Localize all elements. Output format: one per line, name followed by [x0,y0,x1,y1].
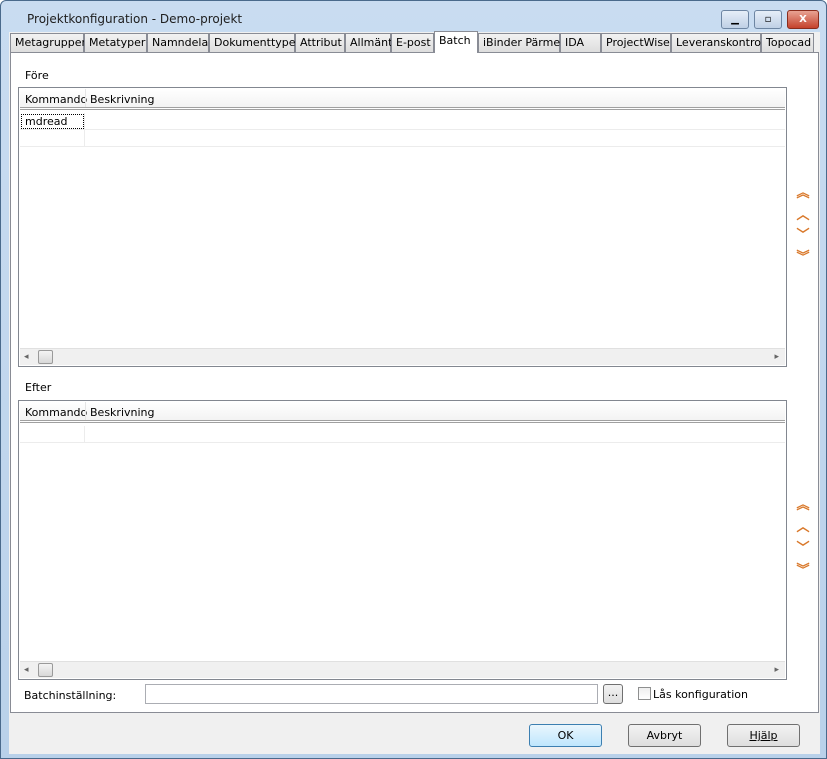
move-bottom-icon[interactable]: ︾ [796,251,810,265]
horizontal-scrollbar[interactable]: ◂ ▸ [20,661,785,678]
browse-button[interactable]: ... [603,684,623,704]
lock-config-label[interactable]: Lås konfiguration [653,688,748,701]
close-icon: X [799,14,807,25]
tab-batch[interactable]: Batch [434,31,478,53]
help-button[interactable]: Hjälp [727,724,800,747]
move-bottom-icon[interactable]: ︾ [796,564,810,578]
move-up-icon[interactable]: ︿ [796,209,810,223]
grid-header: Kommando Beskrivning [20,89,785,110]
column-kommando[interactable]: Kommando [25,406,87,419]
tab-allmant[interactable]: Allmänt [345,33,392,53]
move-up-icon[interactable]: ︿ [796,521,810,535]
cancel-button[interactable]: Avbryt [628,724,701,747]
batch-setting-input[interactable] [145,684,598,704]
tab-dokumenttyper[interactable]: Dokumenttyper [209,33,300,53]
tab-metatyper[interactable]: Metatyper [84,33,147,53]
move-top-icon[interactable]: ︽ [796,499,810,513]
table-row[interactable]: mdread [20,113,785,130]
scroll-right-icon[interactable]: ▸ [774,352,779,362]
tab-topocad[interactable]: Topocad [761,33,814,53]
fore-grid[interactable]: Kommando Beskrivning mdread ◂ ▸ [18,87,787,367]
efter-grid[interactable]: Kommando Beskrivning ◂ ▸ [18,400,787,680]
close-button[interactable]: X [787,10,819,29]
tab-ida[interactable]: IDA [560,33,601,53]
window-title: Projektkonfiguration - Demo-projekt [27,12,243,26]
lock-config-checkbox[interactable] [638,687,651,700]
client-area: Metagrupper Metatyper Namndelar Dokument… [9,31,820,754]
ok-button[interactable]: OK [529,724,602,747]
minimize-icon: ▁ [731,14,739,25]
minimize-button[interactable]: ▁ [721,10,749,29]
new-row[interactable] [20,130,785,147]
tab-namndelar[interactable]: Namndelar [147,33,213,53]
tab-leveranskontroll[interactable]: Leveranskontroll [671,33,767,53]
scroll-left-icon[interactable]: ◂ [24,352,29,362]
grid-header: Kommando Beskrivning [20,402,785,423]
kommando-cell[interactable]: mdread [20,113,85,130]
horizontal-scrollbar[interactable]: ◂ ▸ [20,348,785,365]
tab-metagrupper[interactable]: Metagrupper [10,33,86,53]
column-beskrivning[interactable]: Beskrivning [90,406,155,419]
scroll-thumb[interactable] [38,663,53,677]
new-row[interactable] [20,426,785,443]
fore-label: Före [25,69,49,82]
batch-panel: Före Kommando Beskrivning mdread ◂ ▸ ︽ ︿… [10,52,819,713]
column-kommando[interactable]: Kommando [25,93,87,106]
dialog-window: Projektkonfiguration - Demo-projekt ▁ ▫ … [0,0,827,759]
tab-ibinder-parmen[interactable]: iBinder Pärmen [478,33,567,53]
maximize-button[interactable]: ▫ [754,10,782,29]
tab-attribut[interactable]: Attribut [295,33,345,53]
efter-label: Efter [25,381,52,394]
move-down-icon[interactable]: ﹀ [796,542,810,556]
tab-projectwise[interactable]: ProjectWise [601,33,671,53]
scroll-thumb[interactable] [38,350,53,364]
scroll-left-icon[interactable]: ◂ [24,665,29,675]
move-top-icon[interactable]: ︽ [796,187,810,201]
column-beskrivning[interactable]: Beskrivning [90,93,155,106]
move-down-icon[interactable]: ﹀ [796,229,810,243]
tab-epost[interactable]: E-post [391,33,434,53]
batch-setting-label: Batchinställning: [24,689,117,702]
maximize-icon: ▫ [764,14,772,25]
scroll-right-icon[interactable]: ▸ [774,665,779,675]
